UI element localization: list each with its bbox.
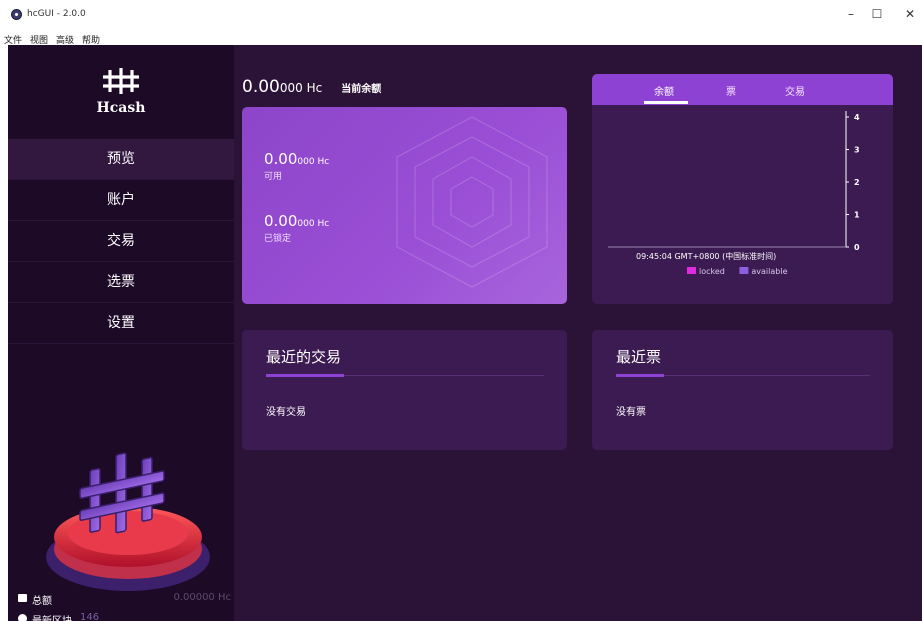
locked-amount-small: 000 Hc: [297, 219, 330, 229]
app-main: Hcash 预览 账户 交易 选票 设置 总额 0.00000 Hc 146 0…: [8, 45, 922, 621]
block-icon: [18, 614, 27, 621]
total-balance-row: 总额 0.00000 Hc: [18, 591, 233, 607]
balance-card: 0.00000 Hc 可用 0.00000 Hc 已锁定: [242, 107, 567, 304]
sidebar-item-settings[interactable]: 设置: [8, 303, 234, 344]
active-tab-indicator: [644, 101, 688, 104]
latest-block-value: 146: [80, 612, 100, 621]
available-amount: 0.00000 Hc: [264, 149, 329, 168]
chart-tabs: 余额 票 交易: [592, 74, 893, 105]
locked-amount: 0.00000 Hc: [264, 211, 329, 230]
chart-card: 余额 票 交易 0 1 2 3 4 09:45:04 GMT+0800 (中国标准时间) l…: [592, 74, 893, 304]
available-label: 可用: [264, 172, 283, 182]
y-tick-label: 0: [854, 243, 860, 252]
legend-label-available: available: [751, 267, 787, 276]
y-tick-label: 2: [854, 178, 860, 187]
balance-label: 当前余额: [341, 84, 382, 95]
wallet-icon: [18, 594, 27, 602]
recent-transactions-title: 最近的交易: [266, 348, 342, 366]
y-tick-label: 1: [854, 211, 860, 220]
sidebar: Hcash 预览 账户 交易 选票 设置 总额 0.00000 Hc 146: [8, 45, 234, 621]
current-balance: 0.00000 Hc 当前余额: [242, 77, 381, 101]
logo-text: Hcash: [96, 100, 146, 116]
latest-block-label: 最新区块: [32, 612, 72, 621]
recent-transactions-empty: 没有交易: [266, 407, 306, 418]
maximize-button[interactable]: ☐: [862, 5, 892, 23]
legend-swatch-available: [739, 267, 749, 274]
app-icon: [11, 9, 22, 20]
available-amount-small: 000 Hc: [297, 157, 330, 167]
y-tick-label: 3: [854, 146, 860, 155]
tab-transactions[interactable]: 交易: [785, 83, 805, 98]
sidebar-item-overview[interactable]: 预览: [8, 139, 234, 180]
total-value: 0.00000 Hc: [173, 592, 231, 603]
sidebar-item-accounts[interactable]: 账户: [8, 180, 234, 221]
balance-chart: 0 1 2 3 4 09:45:04 GMT+0800 (中国标准时间) locked ava…: [608, 111, 860, 276]
legend-label-locked: locked: [699, 267, 725, 276]
recent-transactions-card: 最近的交易 没有交易: [242, 330, 567, 450]
recent-tickets-underline: [616, 374, 664, 377]
window-title: hcGUI - 2.0.0: [27, 9, 86, 19]
hcash-pedestal-illustration: [46, 452, 210, 591]
balance-big: 0.00: [242, 77, 280, 97]
hcash-logo-icon: [103, 68, 139, 94]
latest-block-row: 最新区块 146: [18, 611, 233, 621]
tab-tickets[interactable]: 票: [726, 83, 736, 98]
legend-swatch-locked: [687, 267, 696, 274]
y-tick-label: 4: [854, 113, 860, 122]
sidebar-item-transactions[interactable]: 交易: [8, 221, 234, 262]
tab-balance[interactable]: 余额: [654, 83, 674, 98]
balance-small: 000 Hc: [279, 81, 323, 95]
available-amount-big: 0.00: [264, 150, 298, 168]
recent-transactions-underline: [266, 374, 344, 377]
sidebar-nav: 预览 账户 交易 选票 设置: [8, 139, 234, 344]
sidebar-item-tickets[interactable]: 选票: [8, 262, 234, 303]
menu-bar: 文件 视图 高级 帮助: [0, 28, 922, 46]
total-label: 总额: [32, 596, 52, 607]
locked-label: 已锁定: [264, 234, 292, 244]
window-titlebar: hcGUI - 2.0.0 – ☐ ✕: [0, 0, 922, 28]
recent-tickets-card: 最近票 没有票: [592, 330, 893, 450]
recent-tickets-title: 最近票: [616, 348, 662, 366]
close-button[interactable]: ✕: [895, 5, 922, 23]
x-category-label: 09:45:04 GMT+0800 (中国标准时间): [636, 251, 776, 261]
locked-amount-big: 0.00: [264, 212, 298, 230]
recent-tickets-empty: 没有票: [616, 407, 646, 418]
hexagon-pattern: [396, 116, 548, 288]
